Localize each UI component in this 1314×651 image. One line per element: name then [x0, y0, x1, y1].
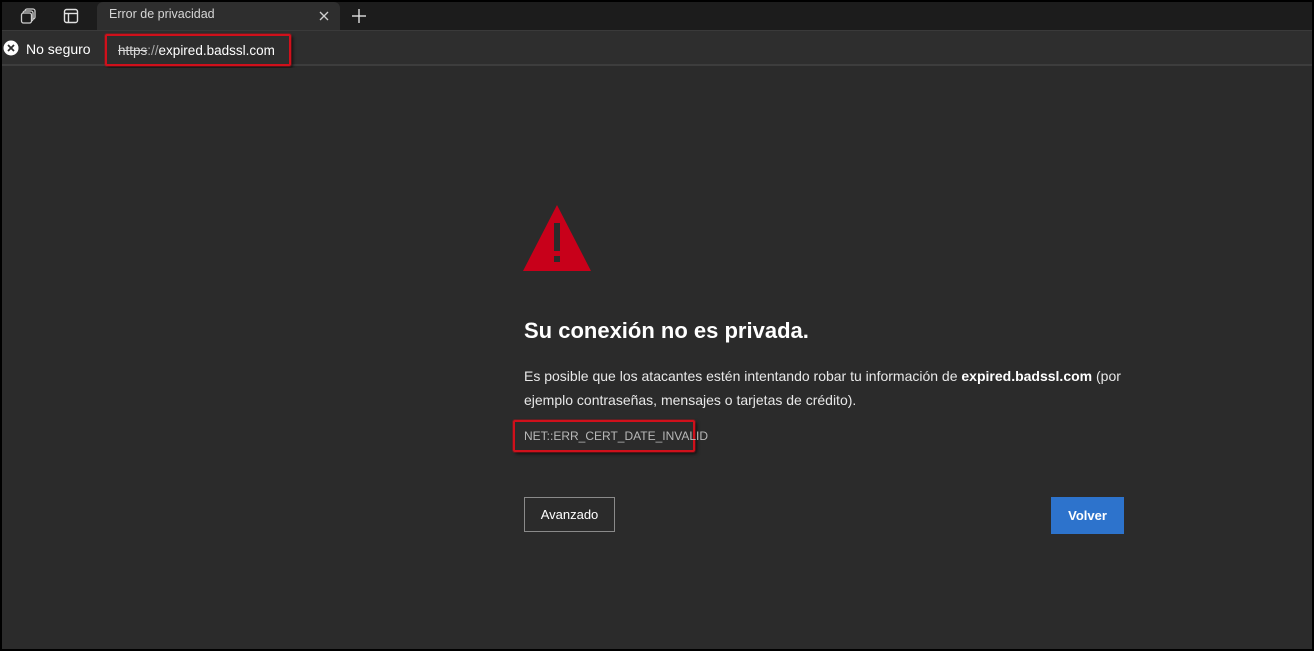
url-separator: :// — [147, 43, 159, 58]
error-page: Su conexión no es privada. Es posible qu… — [2, 68, 1312, 649]
close-icon[interactable] — [314, 6, 334, 26]
error-code[interactable]: NET::ERR_CERT_DATE_INVALID — [524, 429, 708, 443]
url-host: expired.badssl.com — [158, 43, 275, 58]
tab-privacy-error[interactable]: Error de privacidad — [97, 2, 340, 30]
not-secure-icon[interactable] — [3, 40, 19, 56]
address-bar: No seguro https://expired.badssl.com — [2, 30, 1312, 66]
url-field[interactable]: https://expired.badssl.com — [105, 34, 291, 66]
tab-title: Error de privacidad — [109, 7, 215, 21]
error-code-highlight: NET::ERR_CERT_DATE_INVALID — [513, 420, 708, 452]
advanced-button[interactable]: Avanzado — [524, 497, 615, 532]
url-scheme: https — [118, 43, 148, 58]
security-status-label[interactable]: No seguro — [26, 41, 91, 57]
warning-triangle-icon — [521, 203, 593, 273]
back-button[interactable]: Volver — [1051, 497, 1124, 534]
plus-icon[interactable] — [348, 5, 370, 27]
tab-strip: Error de privacidad — [2, 2, 1312, 30]
message-host: expired.badssl.com — [961, 368, 1093, 384]
tab-actions-icon[interactable] — [58, 5, 84, 27]
workspaces-icon[interactable] — [16, 5, 42, 27]
page-title: Su conexión no es privada. — [524, 318, 809, 343]
message-text: Es posible que los atacantes estén inten… — [524, 368, 962, 384]
browser-window: Error de privacidad No seguro https://ex… — [0, 0, 1314, 651]
url-text: https://expired.badssl.com — [118, 43, 275, 58]
error-description: Es posible que los atacantes estén inten… — [524, 364, 1134, 412]
